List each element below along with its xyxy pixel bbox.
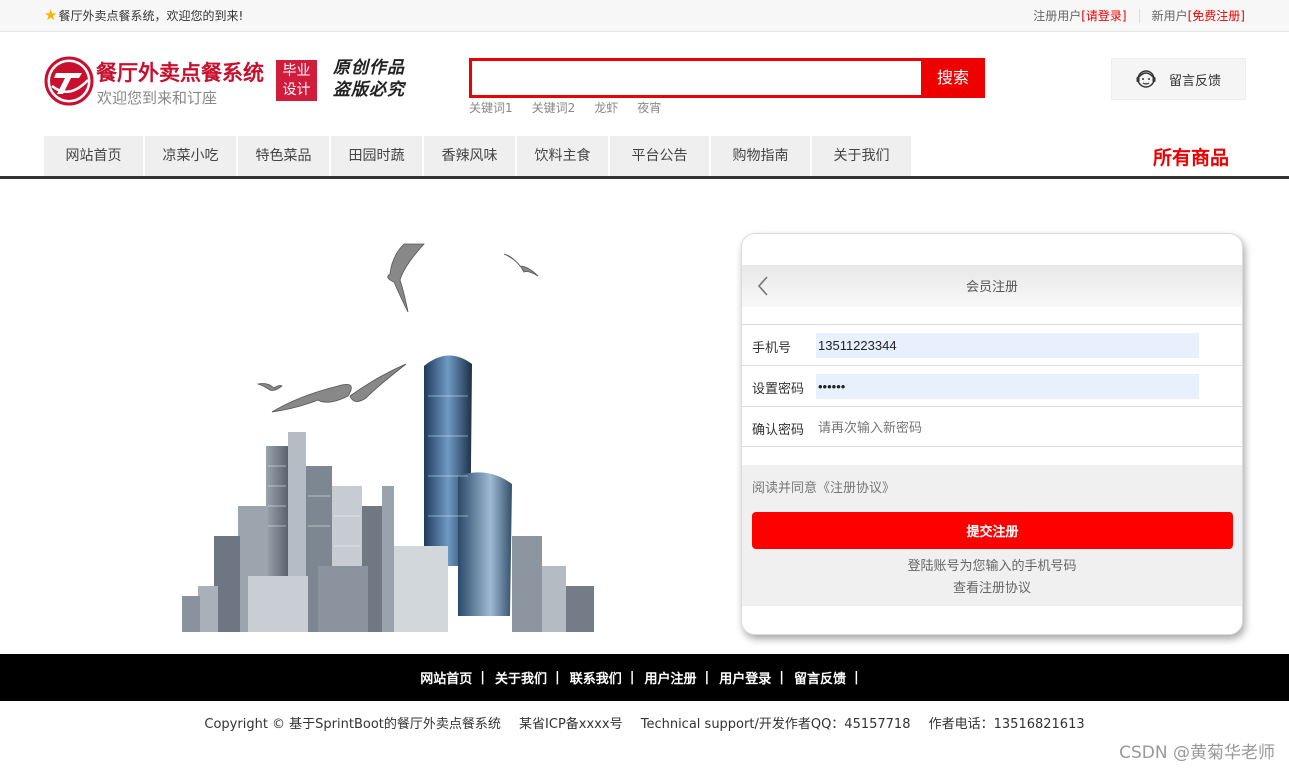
- footer-separator: |: [554, 670, 560, 685]
- site-title: 餐厅外卖点餐系统: [96, 61, 264, 85]
- footer-separator: |: [629, 670, 635, 685]
- slogan: 原创作品 盗版必究: [333, 57, 405, 101]
- register-panel: 会员注册 手机号 设置密码 确认密码 阅读并同意《注册协议》 提交注册 登陆账号…: [741, 233, 1243, 635]
- footer-separator: |: [704, 670, 710, 685]
- password-row: 设置密码: [742, 365, 1242, 406]
- new-user-label: 新用户: [1151, 9, 1188, 23]
- nav-item-drinks[interactable]: 饮料主食: [517, 136, 608, 176]
- footer-nav: 网站首页 | 关于我们 | 联系我们 | 用户注册 | 用户登录 | 留言反馈 |: [0, 654, 1289, 701]
- footer-separator: |: [854, 670, 859, 685]
- phone-input[interactable]: [816, 333, 1199, 358]
- confirm-password-row: 确认密码: [742, 406, 1242, 447]
- footer-link-feedback[interactable]: 留言反馈: [794, 668, 846, 687]
- icp-text: 某省ICP备xxxx号: [519, 717, 623, 732]
- copyright-line: Copyright © 基于SprintBoot的餐厅外卖点餐系统 某省ICP备…: [0, 713, 1289, 732]
- badge-line-2: 设计: [282, 82, 311, 98]
- nav-item-home[interactable]: 网站首页: [44, 136, 143, 176]
- panel-footer: [742, 605, 1242, 634]
- free-register-link[interactable]: [免费注册]: [1188, 7, 1245, 24]
- password-input[interactable]: [816, 374, 1199, 399]
- nav-item-about-us[interactable]: 关于我们: [812, 136, 911, 176]
- footer-link-home[interactable]: 网站首页: [420, 668, 472, 687]
- keyword-link[interactable]: 龙虾: [594, 99, 618, 116]
- divider: [1138, 8, 1140, 23]
- user-links: 注册用户 [请登录] 新用户 [免费注册]: [1033, 7, 1245, 24]
- csdn-watermark: CSDN @黄菊华老师: [1119, 743, 1275, 763]
- login-link[interactable]: [请登录]: [1081, 7, 1126, 24]
- city-skyline-illustration: [182, 243, 594, 632]
- welcome-text: 餐厅外卖点餐系统，欢迎您的到来!: [58, 9, 244, 23]
- footer-link-contact[interactable]: 联系我们: [570, 668, 622, 687]
- nav-item-cold-dishes[interactable]: 凉菜小吃: [145, 136, 236, 176]
- nav-divider: [0, 176, 1289, 179]
- footer-separator: |: [480, 670, 485, 685]
- badge-line-1: 毕业: [282, 63, 311, 79]
- top-bar: ★ 餐厅外卖点餐系统，欢迎您的到来! 注册用户 [请登录] 新用户 [免费注册]: [0, 0, 1289, 32]
- search-input[interactable]: [472, 61, 922, 95]
- agree-agreement-text[interactable]: 阅读并同意《注册协议》: [752, 477, 895, 496]
- search-button[interactable]: 搜索: [921, 58, 985, 98]
- footer-link-login[interactable]: 用户登录: [719, 668, 771, 687]
- support-text: Technical support/开发作者QQ：45157718: [640, 717, 911, 732]
- seagull-icon: [256, 243, 539, 413]
- author-phone-text: 作者电话：13516821613: [928, 717, 1085, 732]
- confirm-password-input[interactable]: [816, 415, 1199, 440]
- slogan-line-2: 盗版必究: [333, 80, 405, 100]
- search-box: 搜索: [469, 58, 985, 98]
- nav-item-spicy[interactable]: 香辣风味: [424, 136, 515, 176]
- buildings: [182, 355, 594, 632]
- phone-label: 手机号: [752, 341, 792, 356]
- panel-header: 会员注册: [742, 265, 1242, 307]
- hot-keywords: 关键词1 关键词2 龙虾 夜宵: [469, 99, 661, 116]
- nav-item-shopping-guide[interactable]: 购物指南: [711, 136, 810, 176]
- account-hint: 登陆账号为您输入的手机号码: [907, 559, 1077, 574]
- keyword-link[interactable]: 夜宵: [637, 99, 661, 116]
- feedback-label: 留言反馈: [1169, 73, 1222, 89]
- main-nav: 网站首页 凉菜小吃 特色菜品 田园时蔬 香辣风味 饮料主食 平台公告 购物指南 …: [44, 136, 913, 176]
- panel-title: 会员注册: [965, 280, 1018, 295]
- footer-separator: |: [779, 670, 785, 685]
- phone-row: 手机号: [742, 324, 1242, 365]
- nav-item-vegetables[interactable]: 田园时蔬: [331, 136, 422, 176]
- nav-item-announcements[interactable]: 平台公告: [610, 136, 709, 176]
- site-logo-icon[interactable]: [44, 56, 94, 106]
- confirm-password-label: 确认密码: [752, 423, 805, 438]
- nav-item-specialties[interactable]: 特色菜品: [238, 136, 329, 176]
- slogan-line-1: 原创作品: [333, 58, 405, 78]
- registered-user-label: 注册用户: [1033, 9, 1082, 23]
- copyright-text: Copyright © 基于SprintBoot的餐厅外卖点餐系统: [204, 717, 501, 732]
- customer-service-icon: [1136, 70, 1156, 88]
- star-icon: ★: [44, 6, 58, 24]
- password-label: 设置密码: [752, 382, 805, 397]
- all-goods-link[interactable]: 所有商品: [1153, 143, 1229, 170]
- site-subtitle: 欢迎您到来和订座: [97, 89, 218, 107]
- keyword-link[interactable]: 关键词2: [532, 99, 576, 116]
- view-agreement-link[interactable]: 查看注册协议: [742, 577, 1242, 596]
- keyword-link[interactable]: 关键词1: [469, 99, 513, 116]
- footer-link-about[interactable]: 关于我们: [495, 668, 547, 687]
- welcome-message: ★ 餐厅外卖点餐系统，欢迎您的到来!: [44, 7, 243, 24]
- graduation-badge: 毕业 设计: [276, 60, 317, 101]
- feedback-button[interactable]: 留言反馈: [1111, 58, 1246, 100]
- footer-link-register[interactable]: 用户注册: [645, 668, 697, 687]
- submit-register-button[interactable]: 提交注册: [752, 512, 1233, 549]
